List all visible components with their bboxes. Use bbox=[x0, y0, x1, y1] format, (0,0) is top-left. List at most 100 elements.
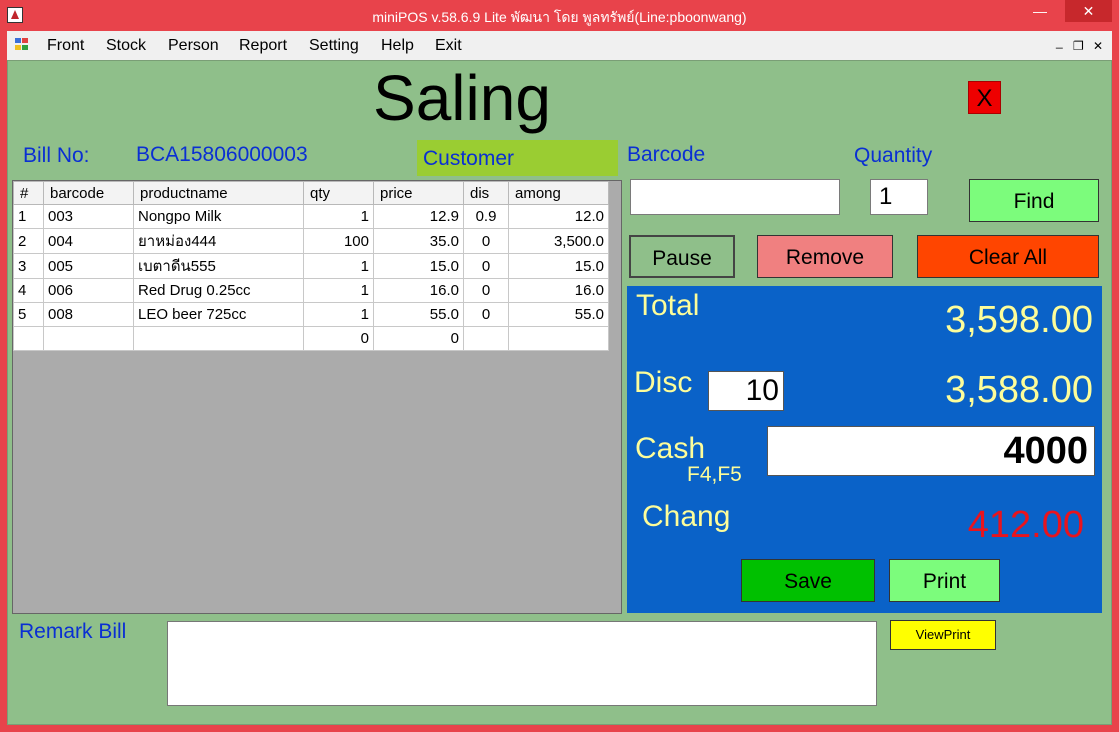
save-button[interactable]: Save bbox=[741, 559, 875, 602]
cell-among[interactable]: 16.0 bbox=[508, 278, 609, 303]
cell-dis[interactable]: 0 bbox=[463, 253, 509, 279]
change-value: 412.00 bbox=[967, 504, 1084, 546]
minimize-button[interactable]: — bbox=[1027, 0, 1053, 22]
table-row[interactable]: 1 003 Nongpo Milk 1 12.9 0.9 12.0 bbox=[13, 204, 609, 229]
form-title: Saling bbox=[373, 62, 551, 134]
remark-label: Remark Bill bbox=[19, 620, 127, 643]
cell-qty[interactable]: 1 bbox=[303, 253, 374, 279]
close-window-button[interactable]: ✕ bbox=[1065, 0, 1112, 22]
cell-index[interactable] bbox=[13, 326, 44, 351]
cell-qty[interactable]: 1 bbox=[303, 302, 374, 327]
table-row[interactable]: 00 bbox=[13, 326, 609, 351]
cell-among[interactable]: 55.0 bbox=[508, 302, 609, 327]
app-window: miniPOS v.58.6.9 Lite พัฒนา โดย พูลทรัพย… bbox=[0, 0, 1119, 732]
find-button[interactable]: Find bbox=[969, 179, 1099, 222]
cell-productname[interactable]: Nongpo Milk bbox=[133, 204, 304, 229]
cell-productname[interactable]: LEO beer 725cc bbox=[133, 302, 304, 327]
menu-person[interactable]: Person bbox=[168, 37, 219, 55]
cell-qty[interactable]: 100 bbox=[303, 228, 374, 254]
col-barcode[interactable]: barcode bbox=[43, 181, 134, 205]
mdi-close-button[interactable]: ✕ bbox=[1093, 39, 1103, 53]
cell-productname[interactable]: ยาหม่อง444 bbox=[133, 228, 304, 254]
mdi-restore-button[interactable]: ❐ bbox=[1073, 39, 1084, 53]
cell-index[interactable]: 1 bbox=[13, 204, 44, 229]
barcode-label: Barcode bbox=[627, 143, 706, 166]
col-productname[interactable]: productname bbox=[133, 181, 304, 205]
col-dis[interactable]: dis bbox=[463, 181, 509, 205]
cell-dis[interactable]: 0 bbox=[463, 228, 509, 254]
cell-price[interactable]: 55.0 bbox=[373, 302, 464, 327]
cell-barcode[interactable]: 004 bbox=[43, 228, 134, 254]
pause-button[interactable]: Pause bbox=[629, 235, 735, 278]
bill-no-label: Bill No: bbox=[23, 144, 90, 167]
menu-stock[interactable]: Stock bbox=[106, 37, 146, 55]
cell-among[interactable]: 3,500.0 bbox=[508, 228, 609, 254]
cell-qty[interactable]: 0 bbox=[303, 326, 374, 351]
cell-index[interactable]: 4 bbox=[13, 278, 44, 303]
menu-bar: Front Stock Person Report Setting Help E… bbox=[7, 31, 1112, 60]
quantity-input[interactable]: 1 bbox=[870, 179, 928, 215]
menu-front[interactable]: Front bbox=[47, 37, 84, 55]
print-button[interactable]: Print bbox=[889, 559, 1000, 602]
view-print-button[interactable]: ViewPrint bbox=[890, 620, 996, 650]
disc-value: 3,588.00 bbox=[945, 369, 1093, 411]
cell-barcode[interactable]: 008 bbox=[43, 302, 134, 327]
menu-report[interactable]: Report bbox=[239, 37, 287, 55]
table-row[interactable]: 4 006 Red Drug 0.25cc 1 16.0 0 16.0 bbox=[13, 278, 609, 303]
close-form-button[interactable]: X bbox=[968, 81, 1001, 114]
table-row[interactable]: 5 008 LEO beer 725cc 1 55.0 0 55.0 bbox=[13, 302, 609, 327]
menu-exit[interactable]: Exit bbox=[435, 37, 462, 55]
table-row[interactable]: 3 005 เบตาดีน555 1 15.0 0 15.0 bbox=[13, 253, 609, 279]
col-index[interactable]: # bbox=[13, 181, 44, 205]
remove-button[interactable]: Remove bbox=[757, 235, 893, 278]
menu-help[interactable]: Help bbox=[381, 37, 414, 55]
col-qty[interactable]: qty bbox=[303, 181, 374, 205]
cell-price[interactable]: 35.0 bbox=[373, 228, 464, 254]
barcode-input[interactable] bbox=[630, 179, 840, 215]
cell-dis[interactable]: 0.9 bbox=[463, 204, 509, 229]
cell-productname[interactable] bbox=[133, 326, 304, 351]
cell-barcode[interactable]: 003 bbox=[43, 204, 134, 229]
cell-index[interactable]: 2 bbox=[13, 228, 44, 254]
cell-among[interactable] bbox=[508, 326, 609, 351]
change-label: Chang bbox=[642, 500, 731, 533]
mdi-minimize-button[interactable]: _ bbox=[1056, 35, 1063, 49]
cell-price[interactable]: 12.9 bbox=[373, 204, 464, 229]
customer-label[interactable]: Customer bbox=[417, 140, 618, 176]
cell-dis[interactable]: 0 bbox=[463, 302, 509, 327]
menu-setting[interactable]: Setting bbox=[309, 37, 359, 55]
quantity-label: Quantity bbox=[854, 144, 933, 167]
disc-label: Disc bbox=[634, 366, 693, 399]
disc-input[interactable]: 10 bbox=[708, 371, 784, 411]
cell-among[interactable]: 15.0 bbox=[508, 253, 609, 279]
cell-index[interactable]: 3 bbox=[13, 253, 44, 279]
remark-input[interactable] bbox=[167, 621, 877, 706]
col-price[interactable]: price bbox=[373, 181, 464, 205]
cell-dis[interactable]: 0 bbox=[463, 278, 509, 303]
saling-form: Saling X Bill No: BCA15806000003 Custome… bbox=[7, 60, 1112, 725]
cell-productname[interactable]: Red Drug 0.25cc bbox=[133, 278, 304, 303]
cell-price[interactable]: 15.0 bbox=[373, 253, 464, 279]
table-row[interactable]: 2 004 ยาหม่อง444 100 35.0 0 3,500.0 bbox=[13, 228, 609, 254]
cell-barcode[interactable]: 006 bbox=[43, 278, 134, 303]
cash-hint: F4,F5 bbox=[687, 463, 742, 486]
cell-qty[interactable]: 1 bbox=[303, 278, 374, 303]
cash-input[interactable]: 4000 bbox=[767, 426, 1095, 476]
cell-among[interactable]: 12.0 bbox=[508, 204, 609, 229]
title-bar[interactable]: miniPOS v.58.6.9 Lite พัฒนา โดย พูลทรัพย… bbox=[0, 0, 1119, 31]
clear-all-button[interactable]: Clear All bbox=[917, 235, 1099, 278]
cell-index[interactable]: 5 bbox=[13, 302, 44, 327]
cell-barcode[interactable] bbox=[43, 326, 134, 351]
cell-qty[interactable]: 1 bbox=[303, 204, 374, 229]
sale-items-grid[interactable]: # barcode productname qty price dis amon… bbox=[12, 180, 622, 614]
form-icon[interactable] bbox=[15, 38, 31, 52]
sale-items-table: # barcode productname qty price dis amon… bbox=[13, 181, 609, 351]
cell-productname[interactable]: เบตาดีน555 bbox=[133, 253, 304, 279]
cell-barcode[interactable]: 005 bbox=[43, 253, 134, 279]
cell-price[interactable]: 0 bbox=[373, 326, 464, 351]
table-header-row: # barcode productname qty price dis amon… bbox=[13, 181, 609, 205]
cell-price[interactable]: 16.0 bbox=[373, 278, 464, 303]
cell-dis[interactable] bbox=[463, 326, 509, 351]
window-title: miniPOS v.58.6.9 Lite พัฒนา โดย พูลทรัพย… bbox=[372, 9, 747, 25]
col-among[interactable]: among bbox=[508, 181, 609, 205]
